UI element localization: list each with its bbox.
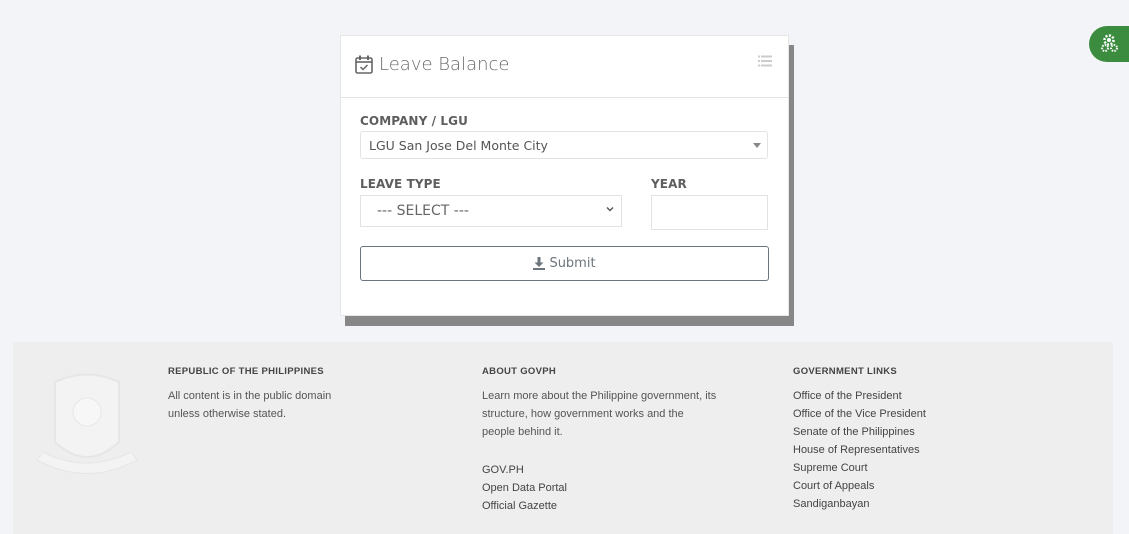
footer-link-supreme-court[interactable]: Supreme Court (793, 459, 926, 477)
submit-button[interactable]: Submit (360, 246, 769, 281)
leave-type-label: LEAVE TYPE (360, 177, 441, 191)
footer-about-text-2: structure, how government works and the (482, 408, 684, 420)
footer-gov-links-heading: GOVERNMENT LINKS (793, 366, 898, 377)
footer-about: ABOUT GOVPH Learn more about the Philipp… (482, 366, 716, 515)
gears-icon (1101, 34, 1118, 52)
company-label: COMPANY / LGU (360, 114, 468, 128)
leave-balance-card: Leave Balance COMPANY / LGU LGU San Jose… (340, 35, 789, 316)
company-select-value: LGU San Jose Del Monte City (369, 138, 548, 153)
company-select[interactable]: LGU San Jose Del Monte City (360, 131, 768, 159)
footer-link-govph[interactable]: GOV.PH (482, 461, 716, 479)
philippine-seal-icon (36, 373, 138, 474)
card-header: Leave Balance (341, 36, 788, 98)
footer-link-house[interactable]: House of Representatives (793, 441, 926, 459)
footer-about-text-1: Learn more about the Philippine governme… (482, 390, 717, 402)
footer-link-open-data-portal[interactable]: Open Data Portal (482, 479, 716, 497)
chevron-down-icon (606, 207, 614, 212)
footer-about-heading: ABOUT GOVPH (482, 366, 557, 377)
leave-type-select[interactable]: --- SELECT --- (360, 195, 622, 227)
settings-button[interactable] (1089, 26, 1129, 62)
card-title-text: Leave Balance (379, 54, 510, 75)
footer-link-sandiganbayan[interactable]: Sandiganbayan (793, 495, 926, 513)
footer-link-office-president[interactable]: Office of the President (793, 387, 926, 405)
footer-link-office-vice-president[interactable]: Office of the Vice President (793, 405, 926, 423)
footer-republic-text-2: unless otherwise stated. (168, 408, 287, 420)
footer-link-court-of-appeals[interactable]: Court of Appeals (793, 477, 926, 495)
footer-republic-heading: REPUBLIC OF THE PHILIPPINES (168, 366, 324, 377)
footer-link-senate[interactable]: Senate of the Philippines (793, 423, 926, 441)
card-title: Leave Balance (355, 54, 510, 75)
download-icon (533, 257, 546, 270)
year-label: YEAR (651, 177, 687, 191)
leave-type-value: --- SELECT --- (377, 203, 469, 219)
caret-down-icon (753, 143, 761, 148)
list-menu-icon[interactable] (758, 54, 772, 72)
footer-about-text-3: people behind it. (482, 426, 563, 438)
footer-gov-links: GOVERNMENT LINKS Office of the President… (793, 366, 926, 513)
footer-republic-text-1: All content is in the public domain (168, 390, 332, 402)
year-input[interactable] (651, 195, 768, 230)
site-footer: REPUBLIC OF THE PHILIPPINES All content … (13, 342, 1113, 534)
footer-republic: REPUBLIC OF THE PHILIPPINES All content … (168, 366, 331, 423)
footer-link-official-gazette[interactable]: Official Gazette (482, 497, 716, 515)
submit-label: Submit (549, 256, 596, 271)
calendar-check-icon (355, 55, 373, 74)
